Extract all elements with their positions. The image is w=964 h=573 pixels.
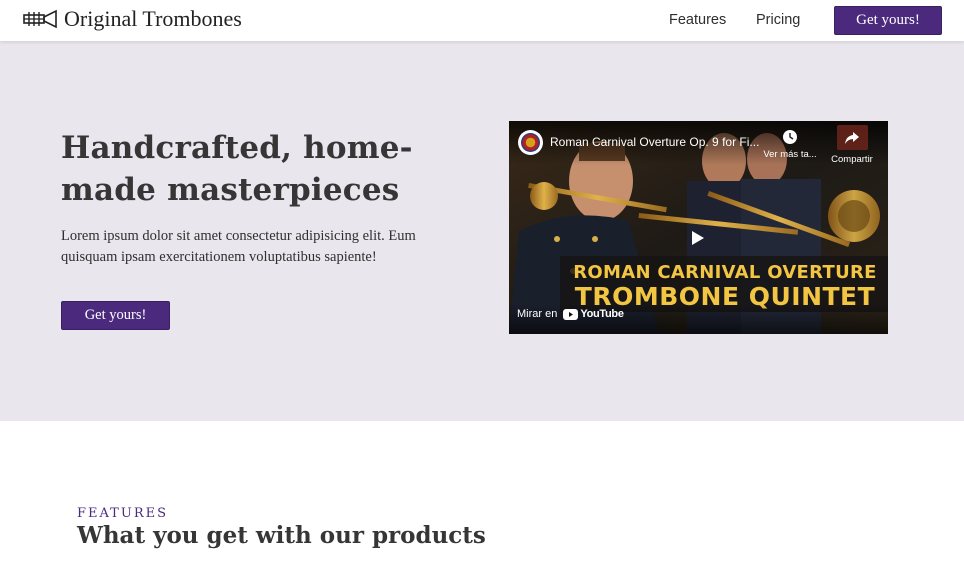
banner-line-1: ROMAN CARNIVAL OVERTURE <box>573 262 877 283</box>
video-embed[interactable]: Roman Carnival Overture Op. 9 for Fi... … <box>509 121 888 334</box>
hero-title: Handcrafted, home-made masterpieces <box>61 130 413 208</box>
watch-on-youtube-link[interactable]: Mirar en YouTube <box>517 308 624 320</box>
features-title: What you get with our products <box>77 522 486 549</box>
hero-section: Handcrafted, home-made masterpieces Lore… <box>0 41 964 421</box>
play-icon <box>692 231 704 245</box>
site-header: Original Trombones Features Pricing Get … <box>0 0 964 41</box>
play-button[interactable] <box>678 224 718 252</box>
brand-name[interactable]: Original Trombones <box>64 6 242 32</box>
features-eyebrow: FEATURES <box>77 506 168 521</box>
hero-get-yours-button[interactable]: Get yours! <box>61 301 170 330</box>
trombone-logo-icon[interactable] <box>23 9 58 29</box>
header-get-yours-button[interactable]: Get yours! <box>834 6 942 35</box>
youtube-logo: YouTube <box>563 308 624 320</box>
hero-description: Lorem ipsum dolor sit amet consectetur a… <box>61 228 416 265</box>
watch-on-label: Mirar en <box>517 308 558 320</box>
video-title[interactable]: Roman Carnival Overture Op. 9 for Fi... <box>550 135 760 149</box>
nav-link-pricing[interactable]: Pricing <box>756 12 800 28</box>
watch-later-icon <box>783 130 797 144</box>
share-label: Compartir <box>831 154 873 165</box>
share-button[interactable]: Compartir <box>827 125 877 165</box>
youtube-logo-icon <box>563 308 579 320</box>
share-icon <box>845 131 859 144</box>
watch-later-label: Ver más ta... <box>763 149 817 160</box>
nav-link-features[interactable]: Features <box>669 12 726 28</box>
youtube-wordmark: YouTube <box>580 308 624 320</box>
watch-later-button[interactable]: Ver más ta... <box>762 129 818 165</box>
channel-avatar-icon[interactable] <box>518 130 543 155</box>
